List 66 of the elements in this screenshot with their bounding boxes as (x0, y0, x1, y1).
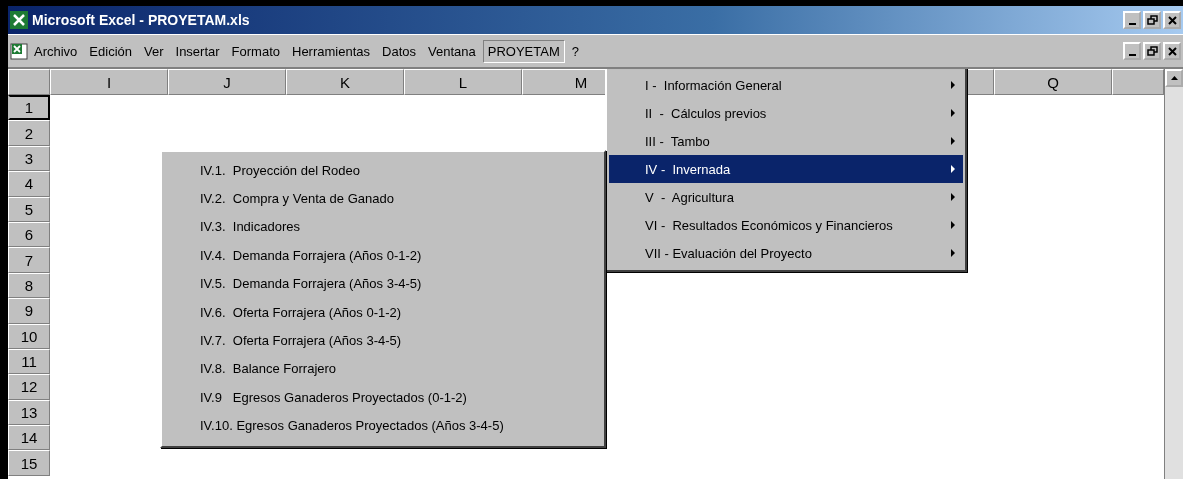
menu-item[interactable]: Insertar (170, 39, 225, 63)
menu-item[interactable]: Herramientas (287, 39, 376, 63)
menu-item[interactable]: Formato (226, 39, 285, 63)
row-header[interactable]: 10 (8, 323, 50, 349)
menu-item[interactable]: VI - Resultados Económicos y Financieros (609, 211, 963, 239)
row-header[interactable]: 12 (8, 374, 50, 400)
menu-item[interactable]: IV - Invernada (609, 155, 963, 183)
row-header[interactable]: 4 (8, 171, 50, 197)
menu-item[interactable]: III - Tambo (609, 127, 963, 155)
row-header[interactable]: 8 (8, 272, 50, 299)
menu-item[interactable]: PROYETAM (482, 39, 565, 63)
close-icon (1167, 15, 1177, 25)
column-header[interactable]: Q (994, 69, 1112, 95)
row-header[interactable]: 7 (8, 247, 50, 273)
row-header[interactable]: 15 (8, 450, 50, 476)
menu-item[interactable]: V - Agricultura (609, 183, 963, 211)
column-header[interactable]: L (404, 69, 522, 95)
menu-item[interactable]: IV.3. Indicadores (164, 212, 602, 242)
row-header[interactable]: 2 (8, 120, 50, 146)
row-header[interactable]: 13 (8, 399, 50, 426)
restore-button[interactable] (1143, 11, 1161, 29)
row-header[interactable]: 5 (8, 196, 50, 222)
menu-item[interactable]: Datos (377, 39, 421, 63)
menu-item[interactable]: Ver (139, 39, 169, 63)
excel-logo-icon (10, 11, 28, 29)
minimize-icon (1128, 22, 1136, 25)
menu-item[interactable]: IV.6. Oferta Forrajera (Años 0-1-2) (164, 297, 602, 327)
menu-item[interactable]: IV.8. Balance Forrajero (164, 354, 602, 384)
restore-button[interactable] (1143, 42, 1161, 60)
minimize-button[interactable] (1123, 11, 1141, 29)
column-header[interactable]: I (50, 69, 168, 95)
menu-item[interactable]: ? (566, 39, 584, 63)
menu-item[interactable]: VII - Evaluación del Proyecto (609, 239, 963, 267)
vertical-scrollbar[interactable] (1164, 69, 1183, 479)
select-all-corner[interactable] (8, 69, 50, 95)
close-button[interactable] (1163, 11, 1181, 29)
row-header[interactable]: 14 (8, 425, 50, 451)
menu-item[interactable]: Archivo (29, 39, 83, 63)
row-header[interactable]: 11 (8, 348, 50, 375)
minimize-icon (1128, 53, 1136, 56)
column-header[interactable]: J (168, 69, 286, 95)
row-header[interactable]: 3 (8, 145, 50, 172)
menu-item[interactable]: IV.4. Demanda Forrajera (Años 0-1-2) (164, 241, 602, 270)
menu-item[interactable]: IV.2. Compra y Venta de Ganado (164, 184, 602, 213)
column-header[interactable] (1112, 69, 1164, 95)
column-header[interactable]: K (286, 69, 404, 95)
menu-item[interactable]: Ventana (423, 39, 481, 63)
row-header[interactable]: 1 (8, 95, 50, 121)
close-button[interactable] (1163, 42, 1181, 60)
spreadsheet-icon (10, 42, 28, 60)
row-header[interactable]: 9 (8, 298, 50, 324)
row-header[interactable]: 6 (8, 221, 50, 248)
menu-item[interactable]: IV.10. Egresos Ganaderos Proyectados (Años 3-4-5) (164, 411, 602, 440)
menu-item[interactable]: II - Cálculos previos (609, 99, 963, 127)
menu-item[interactable]: IV.1. Proyección del Rodeo (164, 156, 602, 185)
close-icon (1167, 46, 1177, 56)
restore-icon (1146, 15, 1158, 25)
menu-item[interactable]: IV.9 Egresos Ganaderos Proyectados (0-1-2) (164, 383, 602, 412)
menu-item[interactable]: IV.5. Demanda Forrajera (Años 3-4-5) (164, 269, 602, 298)
window-title: Microsoft Excel - PROYETAM.xls (32, 12, 251, 28)
menu-item[interactable]: IV.7. Oferta Forrajera (Años 3-4-5) (164, 326, 602, 355)
minimize-button[interactable] (1123, 42, 1141, 60)
restore-icon (1146, 46, 1158, 56)
menu-item[interactable]: Edición (84, 39, 137, 63)
scroll-up-button[interactable] (1165, 69, 1183, 87)
up-arrow-icon (1169, 74, 1179, 82)
